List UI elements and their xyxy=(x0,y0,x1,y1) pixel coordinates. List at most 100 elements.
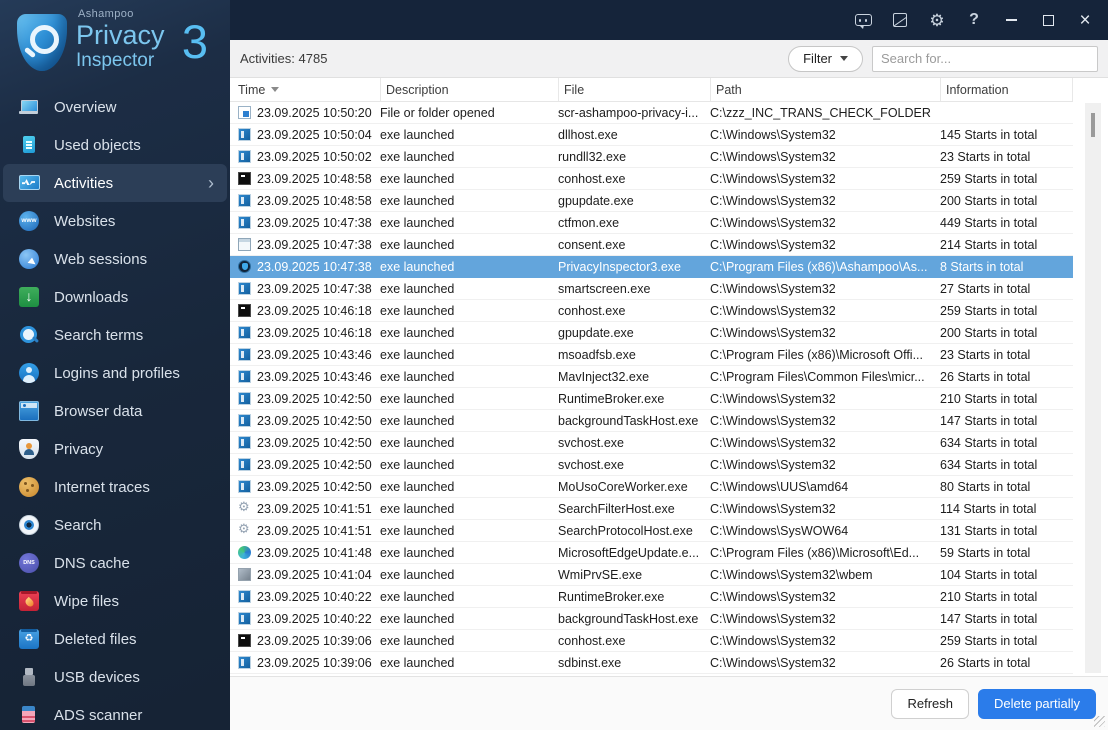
main-content: Activities: 4785 Filter Time Description… xyxy=(230,40,1108,730)
sidebar-item-web-sessions[interactable]: Web sessions xyxy=(0,240,230,278)
cell-file: MoUsoCoreWorker.exe xyxy=(558,479,688,494)
table-row[interactable]: 23.09.2025 10:39:06 exe launched conhost.e… xyxy=(230,630,1073,652)
cell-information: 210 Starts in total xyxy=(940,589,1038,604)
edge-file-icon xyxy=(238,546,251,559)
sidebar-item-used-objects[interactable]: Used objects xyxy=(0,126,230,164)
column-header-description[interactable]: Description xyxy=(380,78,558,101)
table-row[interactable]: 23.09.2025 10:42:50 exe launched svchost.e… xyxy=(230,454,1073,476)
cell-information: 145 Starts in total xyxy=(940,127,1038,142)
sidebar-item-overview[interactable]: Overview xyxy=(0,88,230,126)
column-header-file[interactable]: File xyxy=(558,78,710,101)
vertical-scrollbar[interactable] xyxy=(1085,103,1101,673)
cell-description: exe launched xyxy=(380,347,455,362)
sidebar-item-dns-cache[interactable]: DNS cache xyxy=(0,544,230,582)
cell-path: C:\Windows\UUS\amd64 xyxy=(710,479,849,494)
feedback-button[interactable] xyxy=(846,5,880,35)
gear-file-icon xyxy=(238,523,251,537)
cell-file: scr-ashampoo-privacy-i... xyxy=(558,105,699,120)
filter-button[interactable]: Filter xyxy=(788,45,863,72)
table-row[interactable]: 23.09.2025 10:41:51 exe launched SearchPro… xyxy=(230,520,1073,542)
sidebar-item-label: Used objects xyxy=(54,136,141,154)
sidebar-item-search-terms[interactable]: Search terms xyxy=(0,316,230,354)
table-row[interactable]: 23.09.2025 10:47:38 exe launched smartscre… xyxy=(230,278,1073,300)
cell-path: C:\Windows\System32 xyxy=(710,457,836,472)
table-row[interactable]: 23.09.2025 10:47:38 exe launched consent.e… xyxy=(230,234,1073,256)
column-header-path[interactable]: Path xyxy=(710,78,940,101)
notes-button[interactable] xyxy=(883,5,917,35)
table-row[interactable]: 23.09.2025 10:40:22 exe launched RuntimeBr… xyxy=(230,586,1073,608)
sidebar-item-logins-and-profiles[interactable]: Logins and profiles xyxy=(0,354,230,392)
table-row[interactable]: 23.09.2025 10:48:58 exe launched conhost.e… xyxy=(230,168,1073,190)
table-row[interactable]: 23.09.2025 10:47:38 exe launched PrivacyIn… xyxy=(230,256,1073,278)
table-row[interactable]: 23.09.2025 10:50:04 exe launched dllhost.e… xyxy=(230,124,1073,146)
maximize-button[interactable] xyxy=(1031,5,1065,35)
table-row[interactable]: 23.09.2025 10:48:58 exe launched gpupdate.… xyxy=(230,190,1073,212)
logo-version: 3 xyxy=(181,15,208,68)
sidebar-item-deleted-files[interactable]: Deleted files xyxy=(0,620,230,658)
cell-description: exe launched xyxy=(380,567,455,582)
table-row[interactable]: 23.09.2025 10:39:06 exe launched sdbinst.e… xyxy=(230,652,1073,674)
footer: Refresh Delete partially xyxy=(230,676,1108,730)
table-row[interactable]: 23.09.2025 10:42:50 exe launched backgroun… xyxy=(230,410,1073,432)
time-value: 23.09.2025 10:47:38 xyxy=(257,215,372,230)
sidebar-item-privacy[interactable]: Privacy xyxy=(0,430,230,468)
sidebar-item-activities[interactable]: Activities › xyxy=(3,164,227,202)
scrollbar-thumb[interactable] xyxy=(1091,113,1095,137)
resize-grip[interactable] xyxy=(1094,716,1105,727)
sidebar-item-internet-traces[interactable]: Internet traces xyxy=(0,468,230,506)
table-row[interactable]: 23.09.2025 10:50:20 File or folder opened… xyxy=(230,102,1073,124)
sidebar-item-label: ADS scanner xyxy=(54,706,143,724)
dns-cache-icon xyxy=(19,553,39,573)
table-row[interactable]: 23.09.2025 10:46:18 exe launched gpupdate.… xyxy=(230,322,1073,344)
column-header-information[interactable]: Information xyxy=(940,78,1073,101)
column-header-time[interactable]: Time xyxy=(238,78,380,101)
table-row[interactable]: 23.09.2025 10:40:22 exe launched backgroun… xyxy=(230,608,1073,630)
cell-time: 23.09.2025 10:41:51 xyxy=(238,523,380,538)
titlebar: ⚙ ? × xyxy=(230,0,1108,40)
cell-time: 23.09.2025 10:50:02 xyxy=(238,150,380,164)
sidebar-nav: Overview Used objects Activities › Websites W… xyxy=(0,88,230,730)
table-row[interactable]: 23.09.2025 10:50:02 exe launched rundll32.… xyxy=(230,146,1073,168)
app-file-icon xyxy=(238,150,251,163)
sidebar-item-search[interactable]: Search xyxy=(0,506,230,544)
cell-time: 23.09.2025 10:42:50 xyxy=(238,458,380,472)
sidebar-item-downloads[interactable]: Downloads xyxy=(0,278,230,316)
cell-description: exe launched xyxy=(380,149,455,164)
time-value: 23.09.2025 10:47:38 xyxy=(257,237,372,252)
table-row[interactable]: 23.09.2025 10:42:50 exe launched MoUsoCore… xyxy=(230,476,1073,498)
privacy-icon xyxy=(19,439,39,459)
cell-description: exe launched xyxy=(380,127,455,142)
search-icon xyxy=(19,515,39,535)
sidebar-item-websites[interactable]: Websites xyxy=(0,202,230,240)
app-file-icon xyxy=(238,656,251,669)
time-value: 23.09.2025 10:50:02 xyxy=(257,149,372,164)
close-button[interactable]: × xyxy=(1068,5,1102,35)
table-row[interactable]: 23.09.2025 10:41:48 exe launched Microsoft… xyxy=(230,542,1073,564)
table-row[interactable]: 23.09.2025 10:41:04 exe launched WmiPrvSE.… xyxy=(230,564,1073,586)
sidebar-item-wipe-files[interactable]: Wipe files xyxy=(0,582,230,620)
help-button[interactable]: ? xyxy=(957,5,991,35)
cell-description: exe launched xyxy=(380,237,455,252)
table-row[interactable]: 23.09.2025 10:41:51 exe launched SearchFil… xyxy=(230,498,1073,520)
table-row[interactable]: 23.09.2025 10:43:46 exe launched msoadfsb.… xyxy=(230,344,1073,366)
table-row[interactable]: 23.09.2025 10:47:38 exe launched ctfmon.ex… xyxy=(230,212,1073,234)
table-row[interactable]: 23.09.2025 10:46:18 exe launched conhost.e… xyxy=(230,300,1073,322)
cell-path: C:\Windows\System32 xyxy=(710,149,836,164)
cell-description: exe launched xyxy=(380,435,455,450)
table-row[interactable]: 23.09.2025 10:43:46 exe launched MavInject… xyxy=(230,366,1073,388)
sidebar-item-browser-data[interactable]: Browser data xyxy=(0,392,230,430)
sidebar-item-usb-devices[interactable]: USB devices xyxy=(0,658,230,696)
cell-time: 23.09.2025 10:47:38 xyxy=(238,260,380,274)
cell-path: C:\Windows\System32 xyxy=(710,171,836,186)
delete-partially-button[interactable]: Delete partially xyxy=(978,688,1096,719)
search-input[interactable] xyxy=(872,45,1098,72)
cell-path: C:\Program Files\Common Files\micr... xyxy=(710,369,925,384)
cell-file: gpupdate.exe xyxy=(558,325,634,340)
cell-description: exe launched xyxy=(380,589,455,604)
minimize-button[interactable] xyxy=(994,5,1028,35)
refresh-button[interactable]: Refresh xyxy=(891,688,969,719)
settings-button[interactable]: ⚙ xyxy=(920,5,954,35)
sidebar-item-ads-scanner[interactable]: ADS scanner xyxy=(0,696,230,730)
table-row[interactable]: 23.09.2025 10:42:50 exe launched RuntimeBr… xyxy=(230,388,1073,410)
table-row[interactable]: 23.09.2025 10:42:50 exe launched svchost.e… xyxy=(230,432,1073,454)
